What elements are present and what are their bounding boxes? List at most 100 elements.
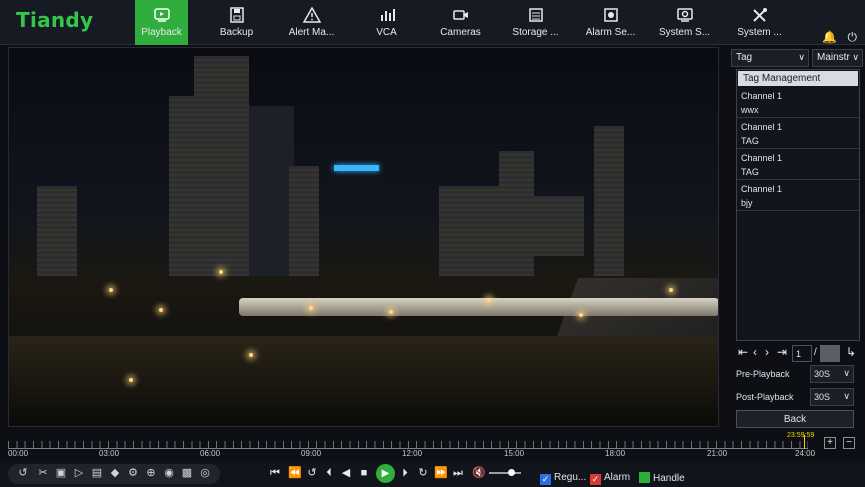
alarm-icon	[603, 8, 618, 22]
nav-label: System ...	[737, 27, 782, 38]
nav-alert-management[interactable]: Alert Ma...	[284, 0, 339, 45]
fast-forward-icon[interactable]: ⏩	[434, 466, 448, 480]
tag-pager: ⇤ ‹ › ⇥ 1 / ↳	[736, 345, 860, 363]
skip-start-icon[interactable]: ⏮	[270, 466, 280, 480]
street-light	[579, 313, 583, 317]
next-page-icon[interactable]: ›	[765, 345, 769, 359]
zoom-out-button[interactable]: −	[843, 437, 855, 449]
legend-alarm[interactable]: ✓ Alarm	[590, 472, 630, 485]
first-page-icon[interactable]: ⇤	[738, 345, 748, 359]
playback-control-bar: ↺ ✂ ▣ ▷ ▤ ◆ ⚙ ⊕ ◉ ▩ ◎ ⏮ ⏪ ↺ ⏴ ◀ ■ ▶ ⏵ ↻ …	[0, 461, 865, 487]
snapshot-icon[interactable]: ◉	[163, 467, 175, 479]
page-number-input[interactable]: 1	[792, 345, 812, 362]
bell-icon[interactable]: 🔔	[822, 30, 837, 44]
nav-storage[interactable]: Storage ...	[508, 0, 563, 45]
lock-icon[interactable]: ▤	[91, 467, 103, 479]
tick-label: 06:00	[200, 449, 221, 458]
nav-playback[interactable]: Playback	[135, 0, 188, 45]
mute-icon[interactable]: 🔇	[472, 466, 486, 480]
top-navigation-bar: Tiandy Playback Backup Alert Ma... VCA C…	[0, 0, 865, 45]
back-30s-icon[interactable]: ↺	[305, 466, 319, 480]
stop-icon[interactable]: ■	[358, 466, 370, 480]
nav-label: System S...	[658, 27, 711, 38]
volume-knob[interactable]	[508, 469, 515, 476]
go-page-icon[interactable]: ↳	[846, 345, 856, 359]
tick-label: 00:00	[8, 449, 29, 458]
current-time-label: 23:59:59	[787, 432, 815, 439]
checkbox-checked-icon[interactable]: ✓	[590, 474, 601, 485]
building	[439, 186, 499, 276]
time-cursor[interactable]	[804, 435, 805, 449]
skip-end-icon[interactable]: ⏭	[453, 466, 463, 480]
street-light	[219, 270, 223, 274]
nav-cameras[interactable]: Cameras	[434, 0, 487, 45]
nav-label: Alert Ma...	[288, 27, 335, 38]
checkbox-checked-icon[interactable]: ✓	[540, 474, 551, 485]
fisheye-icon[interactable]: ◎	[199, 467, 211, 479]
tool-group: ↺ ✂ ▣ ▷ ▤ ◆ ⚙ ⊕ ◉ ▩ ◎	[8, 464, 220, 484]
backup-icon	[229, 7, 244, 23]
nav-vca[interactable]: VCA	[360, 0, 413, 45]
mode-select[interactable]: Tag ∨	[731, 49, 809, 67]
tag-side-panel: Tag ∨ Mainstr ∨ Tag Management Channel 1…	[729, 45, 865, 435]
nav-label: Storage ...	[512, 27, 559, 38]
tag-item[interactable]: Channel 1 bjy	[737, 180, 859, 211]
tag-item[interactable]: Channel 1 TAG	[737, 118, 859, 149]
nav-system-settings[interactable]: System S...	[657, 0, 712, 45]
save-icon[interactable]: ▣	[55, 467, 67, 479]
checkbox-icon[interactable]	[639, 472, 650, 483]
prev-frame-icon[interactable]: ⏴	[323, 466, 335, 480]
mode-select-value: Tag	[736, 52, 753, 63]
reverse-play-icon[interactable]: ◀	[340, 466, 352, 480]
nav-backup[interactable]: Backup	[210, 0, 263, 45]
stream-select-value: Mainstr	[817, 52, 850, 63]
tag-item[interactable]: Channel 1 TAG	[737, 149, 859, 180]
tag-name: bjy	[741, 198, 753, 208]
forward-30s-icon[interactable]: ↻	[416, 466, 430, 480]
legend-alarm-label: Alarm	[604, 472, 631, 483]
back-button[interactable]: Back	[736, 410, 854, 428]
settings-icon[interactable]: ⚙	[127, 467, 139, 479]
clip-icon[interactable]: ✂	[37, 467, 49, 479]
playback-video-view[interactable]	[8, 47, 719, 427]
power-icon[interactable]: ⏻	[848, 30, 858, 45]
street-light	[129, 378, 133, 382]
tag-channel: Channel 1	[741, 122, 783, 132]
play-button[interactable]: ▶	[376, 464, 395, 483]
nav-system-maintenance[interactable]: System ...	[732, 0, 787, 45]
page-separator: /	[814, 347, 817, 358]
legend-regular-label: Regu...	[554, 472, 587, 483]
pre-playback-row: Pre-Playback 30S ∨	[736, 365, 860, 383]
legend-regular[interactable]: ✓ Regu...	[540, 472, 586, 485]
post-playback-select[interactable]: 30S ∨	[810, 388, 854, 406]
street-light	[389, 310, 393, 314]
tick-label: 03:00	[99, 449, 120, 458]
vca-icon	[380, 9, 395, 21]
tag-icon[interactable]: ◆	[109, 467, 121, 479]
timeline[interactable]: 23:59:59 00:00 03:00 06:00 09:00 12:00 1…	[8, 432, 818, 458]
next-frame-icon[interactable]: ⏵	[399, 466, 411, 480]
tag-name: TAG	[741, 136, 759, 146]
volume-slider[interactable]	[489, 472, 521, 474]
pre-playback-select[interactable]: 30S ∨	[810, 365, 854, 383]
timeline-track[interactable]	[8, 441, 808, 449]
nav-alarm-settings[interactable]: Alarm Se...	[583, 0, 638, 45]
tag-item[interactable]: Channel 1 wwx	[737, 87, 859, 118]
chevron-down-icon: ∨	[843, 368, 850, 378]
zoom-icon[interactable]: ⊕	[145, 467, 157, 479]
legend-handle[interactable]: Handle	[639, 472, 685, 484]
stream-select[interactable]: Mainstr ∨	[812, 49, 863, 67]
building	[37, 186, 77, 276]
nav-label: Playback	[141, 27, 182, 38]
nav-label: Backup	[219, 27, 254, 38]
sync-icon[interactable]: ↺	[17, 467, 29, 479]
tag-add-icon[interactable]: ▷	[73, 467, 85, 479]
rewind-icon[interactable]: ⏪	[288, 466, 302, 480]
tick-label: 21:00	[707, 449, 728, 458]
zoom-in-button[interactable]: +	[824, 437, 836, 449]
top-right-icons: 🔔 ⏻	[816, 28, 857, 46]
last-page-icon[interactable]: ⇥	[777, 345, 787, 359]
image-icon[interactable]: ▩	[181, 467, 193, 479]
building	[249, 106, 294, 276]
prev-page-icon[interactable]: ‹	[753, 345, 757, 359]
